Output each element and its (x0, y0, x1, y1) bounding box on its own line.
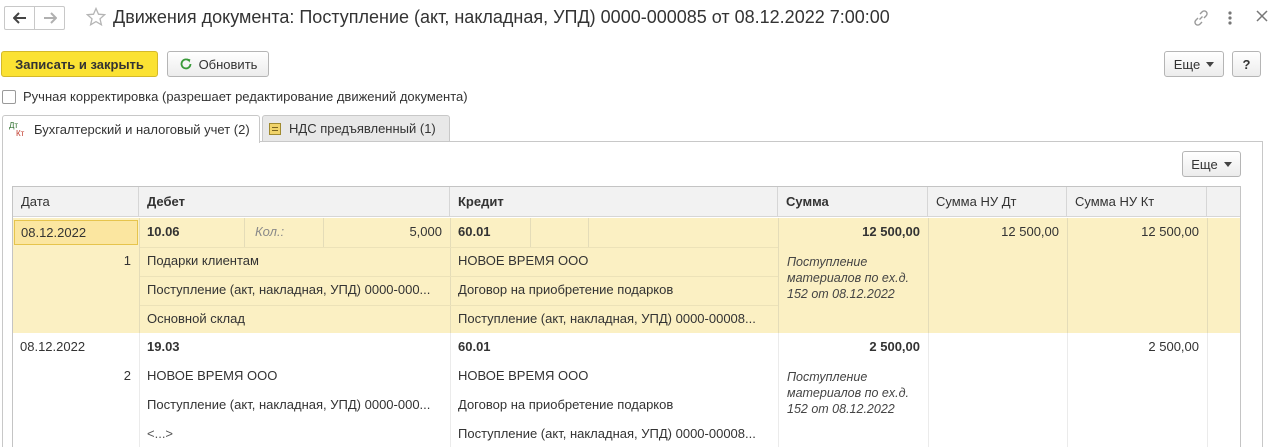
manual-edit-checkbox[interactable] (2, 89, 16, 104)
copy-link-button[interactable] (1192, 9, 1210, 30)
table-row[interactable]: 08.12.2022 2 19.03 НОВОЕ ВРЕМЯ ООО Посту… (13, 333, 1240, 447)
window-title: Движения документа: Поступление (акт, на… (113, 7, 890, 27)
tab-vat[interactable]: НДС предъявленный (1) (262, 115, 450, 142)
credit-subconto-2[interactable]: Договор на приобретение подарков (450, 391, 778, 419)
debit-subconto-2[interactable]: Поступление (акт, накладная, УПД) 0000-0… (139, 276, 450, 304)
tab-vat-label: НДС предъявленный (1) (289, 121, 436, 136)
credit-subconto-3[interactable]: Поступление (акт, накладная, УПД) 0000-0… (450, 420, 778, 447)
close-icon (1256, 10, 1268, 22)
column-header-date[interactable]: Дата (13, 187, 139, 217)
more-label: Еще (1173, 56, 1201, 72)
debit-subconto-3[interactable]: <...> (139, 420, 450, 447)
grid-more-label: Еще (1191, 156, 1218, 172)
forward-arrow-icon (43, 12, 57, 24)
date-cell[interactable]: 08.12.2022 (13, 333, 139, 361)
row-number: 2 (123, 368, 131, 383)
movements-table: Дата Дебет Кредит Сумма Сумма НУ Дт Сумм… (12, 186, 1241, 447)
credit-account[interactable]: 60.01 (450, 218, 530, 246)
row-number: 1 (123, 253, 131, 268)
entry-content[interactable]: Поступление материалов по ex.д. 152 от 0… (787, 254, 923, 302)
amount-nu-dt[interactable] (928, 333, 1067, 361)
window-titlebar: Движения документа: Поступление (акт, на… (0, 0, 1273, 36)
favorite-star-button[interactable] (85, 6, 107, 30)
amount-nu-dt[interactable]: 12 500,00 (928, 218, 1067, 246)
forward-button[interactable] (34, 6, 65, 30)
refresh-label: Обновить (198, 56, 258, 72)
amount-nu-kt[interactable]: 12 500,00 (1067, 218, 1207, 246)
date-cell[interactable]: 08.12.2022 (14, 220, 138, 245)
debit-account[interactable]: 10.06 (139, 218, 244, 246)
manual-edit-row: Ручная корректировка (разрешает редактир… (2, 89, 468, 104)
column-header-amount-nu-kt[interactable]: Сумма НУ Кт (1067, 187, 1207, 217)
table-row[interactable]: 08.12.2022 1 10.06 Кол.: 5,000 Подарки к… (13, 218, 1240, 333)
debit-subconto-1[interactable]: Подарки клиентам (139, 247, 450, 275)
credit-subconto-3[interactable]: Поступление (акт, накладная, УПД) 0000-0… (450, 305, 778, 333)
entry-content[interactable]: Поступление материалов по ex.д. 152 от 0… (787, 369, 923, 417)
manual-edit-label: Ручная корректировка (разрешает редактир… (23, 89, 468, 104)
refresh-icon (180, 58, 191, 70)
grid-more-button[interactable]: Еще (1182, 151, 1241, 177)
quantity-value[interactable]: 5,000 (323, 218, 450, 246)
register-icon (269, 122, 281, 135)
link-icon (1194, 10, 1208, 26)
close-button[interactable] (1255, 9, 1269, 26)
debit-credit-icon: Дт Кт (9, 120, 25, 138)
star-icon (85, 6, 107, 27)
credit-subconto-2[interactable]: Договор на приобретение подарков (450, 276, 778, 304)
table-header: Дата Дебет Кредит Сумма Сумма НУ Дт Сумм… (13, 187, 1240, 217)
credit-account[interactable]: 60.01 (450, 333, 778, 361)
help-button[interactable]: ? (1232, 51, 1261, 77)
column-header-debit[interactable]: Дебет (139, 187, 450, 217)
column-header-amount[interactable]: Сумма (778, 187, 928, 217)
amount[interactable]: 2 500,00 (778, 333, 928, 361)
more-actions-button[interactable] (1226, 9, 1234, 30)
save-and-close-button[interactable]: Записать и закрыть (1, 51, 158, 77)
amount-nu-kt[interactable]: 2 500,00 (1067, 333, 1207, 361)
credit-subconto-1[interactable]: НОВОЕ ВРЕМЯ ООО (450, 247, 778, 275)
debit-subconto-3[interactable]: Основной склад (139, 305, 450, 333)
tab-accounting-label: Бухгалтерский и налоговый учет (2) (34, 122, 250, 137)
more-vertical-icon (1228, 11, 1232, 25)
column-header-amount-nu-dt[interactable]: Сумма НУ Дт (928, 187, 1067, 217)
amount[interactable]: 12 500,00 (778, 218, 928, 246)
debit-subconto-2[interactable]: Поступление (акт, накладная, УПД) 0000-0… (139, 391, 450, 419)
tab-accounting[interactable]: Дт Кт Бухгалтерский и налоговый учет (2) (2, 115, 260, 143)
column-header-credit[interactable]: Кредит (450, 187, 778, 217)
back-button[interactable] (4, 6, 35, 30)
quantity-label: Кол.: (255, 224, 285, 239)
chevron-down-icon (1223, 161, 1232, 167)
debit-subconto-1[interactable]: НОВОЕ ВРЕМЯ ООО (139, 362, 450, 390)
chevron-down-icon (1206, 61, 1215, 67)
back-arrow-icon (12, 12, 26, 24)
credit-subconto-1[interactable]: НОВОЕ ВРЕМЯ ООО (450, 362, 778, 390)
refresh-button[interactable]: Обновить (167, 51, 269, 77)
column-header-spacer (1207, 187, 1240, 217)
debit-account[interactable]: 19.03 (139, 333, 450, 361)
more-menu-button[interactable]: Еще (1164, 51, 1224, 77)
